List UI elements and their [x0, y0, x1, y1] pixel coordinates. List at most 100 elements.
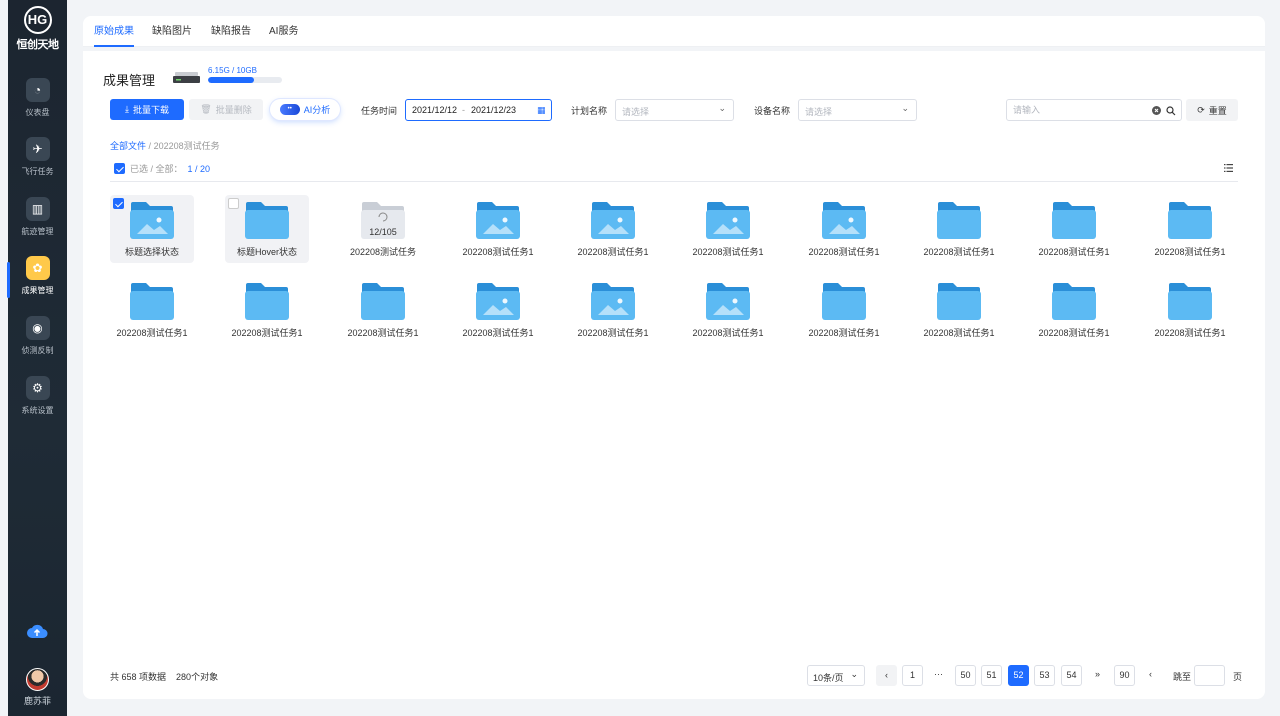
- folder-card[interactable]: 202208测试任务1: [686, 276, 770, 344]
- folder-card[interactable]: 12/105 202208测试任务: [341, 195, 425, 263]
- sidebar-item-dashboard[interactable]: ◔ 仪表盘: [8, 78, 67, 134]
- folder-card[interactable]: 202208测试任务1: [802, 195, 886, 263]
- tab-ai-service[interactable]: AI服务: [269, 16, 298, 47]
- page-1[interactable]: 1: [902, 665, 923, 686]
- page-50[interactable]: 50: [955, 665, 976, 686]
- folder-label: 202208测试任务1: [923, 328, 995, 338]
- folder-card[interactable]: 202208测试任务1: [1032, 276, 1116, 344]
- image-folder-icon: [475, 201, 521, 240]
- folder-card[interactable]: 标题选择状态: [110, 195, 194, 263]
- sidebar-item-flight[interactable]: ✈ 飞行任务: [8, 137, 67, 193]
- sidebar-item-label: 系统设置: [21, 406, 54, 415]
- page-52-current[interactable]: 52: [1008, 665, 1029, 686]
- search-icon[interactable]: [1166, 106, 1176, 116]
- jump-page-input[interactable]: [1194, 665, 1225, 686]
- results-icon: ✿: [25, 256, 50, 280]
- breadcrumb-root[interactable]: 全部文件: [110, 141, 146, 151]
- device-name-select[interactable]: 请选择 ⌄: [798, 99, 917, 121]
- page-size-select[interactable]: 10条/页 ⌄: [807, 665, 865, 686]
- folder-card[interactable]: 202208测试任务1: [110, 276, 194, 344]
- folder-card[interactable]: 202208测试任务1: [1148, 195, 1232, 263]
- image-folder-icon: [475, 282, 521, 321]
- selection-label: 已选 / 全部：: [130, 164, 183, 174]
- folder-label: 202208测试任务1: [692, 247, 764, 257]
- gear-icon: ⚙: [25, 376, 50, 400]
- folder-label: 202208测试任务1: [1038, 328, 1110, 338]
- folder-card[interactable]: 202208测试任务1: [686, 195, 770, 263]
- folder-card[interactable]: 202208测试任务1: [571, 195, 655, 263]
- select-all-checkbox[interactable]: [114, 163, 125, 174]
- folder-card[interactable]: 202208测试任务1: [456, 276, 540, 344]
- folder-card[interactable]: 202208测试任务1: [1032, 195, 1116, 263]
- folder-card[interactable]: 202208测试任务1: [917, 276, 1001, 344]
- folder-label: 202208测试任务1: [231, 328, 303, 338]
- folder-card[interactable]: 202208测试任务1: [802, 276, 886, 344]
- folder-card[interactable]: 202208测试任务1: [1148, 276, 1232, 344]
- page-54[interactable]: 54: [1061, 665, 1082, 686]
- reset-button[interactable]: ⟳ 重置: [1186, 99, 1238, 121]
- cloud-upload-icon[interactable]: [26, 622, 48, 642]
- gauge-icon: ◔: [25, 78, 50, 102]
- tab-raw-results[interactable]: 原始成果: [94, 16, 134, 47]
- folder-progress-text: 12/105: [369, 227, 397, 237]
- calendar-icon: ▦: [537, 105, 546, 115]
- date-end: 2021/12/23: [471, 105, 517, 115]
- date-range-picker[interactable]: 2021/12/12 - 2021/12/23 ▦: [405, 99, 552, 121]
- image-folder-icon: [590, 201, 636, 240]
- avatar[interactable]: [26, 668, 49, 691]
- batch-download-button[interactable]: ⤓ 批量下载: [110, 99, 184, 120]
- folder-label: 202208测试任务1: [1154, 247, 1226, 257]
- folder-checkbox[interactable]: [228, 198, 239, 209]
- fast-forward-button[interactable]: »: [1087, 665, 1108, 686]
- next-page-button[interactable]: ‹: [1140, 665, 1161, 686]
- folder-icon: [1051, 201, 1097, 240]
- sidebar: HG 恒创天地 ◔ 仪表盘 ✈ 飞行任务 ▥ 航迹管理 ✿ 成果管理 ◉ 侦测反…: [7, 0, 67, 716]
- folder-label: 202208测试任务1: [462, 328, 534, 338]
- folder-card[interactable]: 202208测试任务1: [225, 276, 309, 344]
- refresh-icon: ⟳: [1197, 104, 1205, 115]
- search-input[interactable]: [1013, 103, 1143, 117]
- batch-delete-label: 批量删除: [215, 105, 252, 115]
- page-ellipsis-prev[interactable]: ···: [928, 665, 949, 686]
- folder-card[interactable]: 标题Hover状态: [225, 195, 309, 263]
- breadcrumb-separator: /: [148, 141, 152, 151]
- brand-name: 恒创天地: [16, 39, 60, 51]
- image-folder-icon: [590, 282, 636, 321]
- folder-label: 202208测试任务1: [923, 247, 995, 257]
- brand-logo[interactable]: HG 恒创天地: [8, 6, 67, 52]
- map-icon: ▥: [25, 197, 50, 221]
- folder-card[interactable]: 202208测试任务1: [917, 195, 1001, 263]
- page-51[interactable]: 51: [981, 665, 1002, 686]
- sidebar-item-settings[interactable]: ⚙ 系统设置: [8, 376, 67, 432]
- selection-count: 1 / 20: [187, 163, 211, 174]
- page-90[interactable]: 90: [1114, 665, 1135, 686]
- plane-icon: ✈: [25, 137, 50, 161]
- tab-defect-reports[interactable]: 缺陷报告: [211, 16, 251, 47]
- sidebar-item-label: 仪表盘: [25, 108, 50, 117]
- tab-defect-images[interactable]: 缺陷图片: [152, 16, 192, 47]
- device-select-placeholder: 请选择: [805, 107, 833, 117]
- page-53[interactable]: 53: [1034, 665, 1055, 686]
- folder-card[interactable]: 202208测试任务1: [571, 276, 655, 344]
- sidebar-item-detect[interactable]: ◉ 侦测反制: [8, 316, 67, 372]
- sidebar-item-label: 航迹管理: [21, 227, 54, 236]
- ai-analysis-button[interactable]: •• AI分析: [270, 99, 340, 120]
- prev-page-button[interactable]: ‹: [876, 665, 897, 686]
- folder-card[interactable]: 202208测试任务1: [341, 276, 425, 344]
- page-title: 成果管理: [103, 73, 156, 88]
- date-start: 2021/12/12: [412, 105, 458, 115]
- batch-delete-button[interactable]: 🗑 批量删除: [189, 99, 263, 120]
- folder-icon: [821, 282, 867, 321]
- clear-icon[interactable]: [1152, 106, 1161, 115]
- plan-name-select[interactable]: 请选择 ⌄: [615, 99, 734, 121]
- folder-label: 202208测试任务1: [808, 247, 880, 257]
- search-box: [1006, 99, 1182, 121]
- image-folder-icon: [705, 201, 751, 240]
- storage-disk-icon: [173, 72, 200, 83]
- folder-checkbox[interactable]: [113, 198, 124, 209]
- sidebar-item-track[interactable]: ▥ 航迹管理: [8, 197, 67, 253]
- folder-label: 202208测试任务1: [577, 328, 649, 338]
- list-view-icon[interactable]: [1224, 164, 1233, 172]
- sidebar-item-results[interactable]: ✿ 成果管理: [7, 256, 67, 312]
- folder-card[interactable]: 202208测试任务1: [456, 195, 540, 263]
